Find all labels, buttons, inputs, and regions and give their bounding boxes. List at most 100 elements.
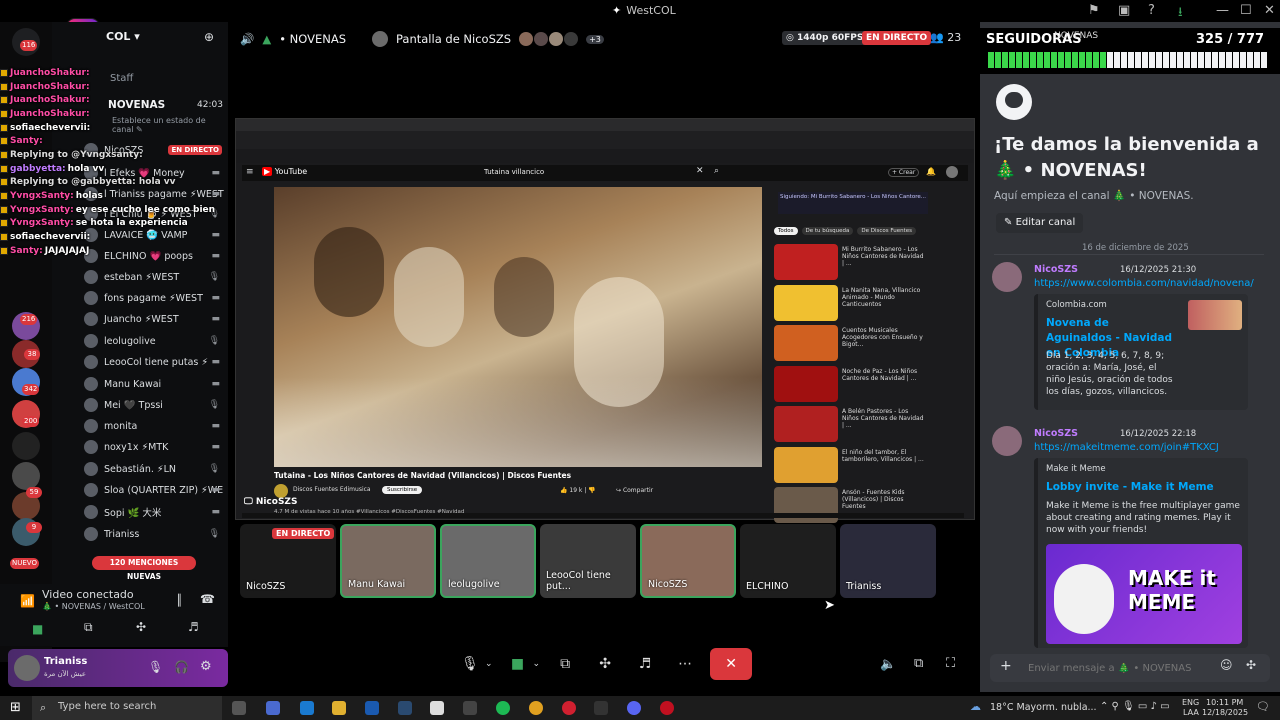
participant-tile[interactable]: Trianiss [840,524,936,598]
popout-icon[interactable]: ⧉ [914,656,923,671]
server-icon[interactable] [12,462,40,490]
extra-participants[interactable]: +3 [586,34,604,44]
soundboard-button[interactable]: ♬ [630,649,660,679]
clock-date[interactable]: 12/18/2025 [1202,708,1248,717]
headphones-icon[interactable]: 🎧 [174,660,189,674]
tray-icons[interactable]: ⌃ ⚲ 🎙 ▭ ♪ ▭ [1100,701,1170,712]
avatar[interactable] [992,262,1022,292]
participant-tile[interactable]: ELCHINO [740,524,836,598]
member-item[interactable]: Juancho ⚡WEST ▬ [84,310,224,328]
message-author[interactable]: NicoSZS [1034,264,1078,275]
clear-search-icon: ✕ [696,166,704,176]
maximize-button[interactable]: ☐ [1240,3,1252,18]
avatar[interactable] [992,426,1022,456]
message-composer: + ☺ ✣ [990,654,1270,682]
notifications-icon[interactable]: 🗨 [1256,700,1270,713]
discord-icon[interactable] [627,701,641,715]
copilot-icon[interactable] [266,701,280,715]
activities-button[interactable]: ✣ [590,649,620,679]
avatar[interactable] [14,655,40,681]
camera-icon[interactable]: ■ [32,622,43,636]
participant-tile[interactable]: NicoSZS EN DIRECTO [240,524,336,598]
soundboard-icon[interactable]: ♬ [188,620,199,634]
screen-share-icon[interactable]: ⧉ [84,620,93,635]
spotify-icon[interactable] [496,701,510,715]
chat-badge-icon [0,164,8,173]
waveform-icon[interactable]: ║ [176,594,183,607]
edge-icon[interactable] [300,701,314,715]
language-code[interactable]: ENG [1182,698,1199,707]
help-icon[interactable]: ? [1148,3,1155,18]
chevron-down-icon[interactable]: ⌄ [533,659,541,669]
message-input[interactable] [1028,658,1204,678]
participant-avatars[interactable] [519,32,579,46]
participant-tile[interactable]: LeooCol tiene put... [540,524,636,598]
voice-status-icon: ▬ [211,442,220,452]
member-item[interactable]: Manu Kawai ▬ [84,375,224,393]
flag-icon[interactable]: ⚑ [1088,3,1100,18]
member-item[interactable]: fons pagame ⚡WEST ▬ [84,289,224,307]
store-icon[interactable] [430,701,444,715]
region-code[interactable]: LAA [1183,708,1199,717]
message-author[interactable]: NicoSZS [1034,428,1078,439]
edit-channel-button[interactable]: ✎ Editar canal [996,213,1084,233]
taskbar-search[interactable]: ⌕ Type here to search [32,696,222,720]
share-screen-button[interactable]: ⧉ [550,649,580,679]
participant-tile[interactable]: Manu Kawai [340,524,436,598]
steam-icon[interactable] [398,701,412,715]
member-item[interactable]: Sopi 🌿 大米 ▬ [84,503,224,521]
message-link[interactable]: https://makeitmeme.com/join#TKXCJ [1034,442,1219,453]
progress-segment [1065,52,1071,68]
weather-icon[interactable]: ☁ [970,700,981,713]
message-link[interactable]: https://www.colombia.com/navidad/novena/ [1034,278,1254,289]
chrome-icon[interactable] [529,701,543,715]
apps-icon[interactable]: ✣ [1246,658,1256,672]
member-item[interactable]: monita ▬ [84,417,224,435]
member-item[interactable]: Mei 🖤 Tpssi 🎙 [84,396,224,414]
participant-tile[interactable]: leolugolive [440,524,536,598]
leave-call-button[interactable]: ✕ [710,648,753,680]
member-item[interactable]: Sloa (QUARTER ZIP) ⚡WE ▬ [84,481,224,499]
microphone-icon[interactable]: 🎙 [148,660,163,674]
app-icon[interactable] [660,701,674,715]
outlook-icon[interactable] [365,701,379,715]
server-icon[interactable] [12,432,40,460]
fullscreen-icon[interactable]: ⛶ [946,656,955,671]
start-button[interactable]: ⊞ [10,700,21,715]
camera-button[interactable]: ■ [503,649,533,679]
member-item[interactable]: leolugolive 🎙 [84,332,224,350]
activities-icon[interactable]: ✣ [136,620,146,634]
file-explorer-icon[interactable] [332,701,346,715]
member-item[interactable]: Sebastián. ⚡LN 🎙 [84,460,224,478]
add-member-icon[interactable]: ⊕ [204,30,214,44]
member-item[interactable]: esteban ⚡WEST 🎙 [84,268,224,286]
embed-image[interactable]: MAKE it MEME [1046,544,1242,644]
emoji-icon[interactable]: ☺ [1220,658,1233,672]
member-item[interactable]: Trianiss 🎙 [84,525,224,543]
server-name[interactable]: COL ▾ [106,30,140,43]
chevron-down-icon[interactable]: ⌄ [485,659,493,669]
settings-gear-icon[interactable]: ⚙ [200,659,212,674]
app-icon[interactable] [594,701,608,715]
opera-icon[interactable] [562,701,576,715]
minimize-button[interactable]: — [1216,3,1229,18]
task-view-icon[interactable] [232,701,246,715]
more-options-button[interactable]: ⋯ [670,649,700,679]
voice-channel[interactable]: 🎄 • NOVENAS / WestCOL [42,602,145,611]
member-item[interactable]: noxy1x ⚡MTK ▬ [84,438,224,456]
disconnect-icon[interactable]: ☎ [200,592,215,606]
new-mentions-button[interactable]: 120 MENCIONES NUEVAS [92,556,196,581]
participant-tile[interactable]: NicoSZS [640,524,736,598]
embed-title[interactable]: Lobby invite - Make it Meme [1046,480,1236,495]
weather-text[interactable]: 18°C Mayorm. nubla... [990,702,1097,713]
close-button[interactable]: ✕ [1264,3,1275,18]
volume-icon[interactable]: 🔈 [880,657,896,672]
member-item[interactable]: LeooCol tiene putas ⚡ ▬ [84,353,224,371]
microphone-button[interactable]: 🎙 [455,649,485,679]
add-attachment-icon[interactable]: + [1000,658,1012,674]
app-icon[interactable] [463,701,477,715]
yt-search-query: Tutaina villancico [484,168,545,176]
embed-site: Make it Meme [1046,464,1106,474]
clock-time[interactable]: 10:11 PM [1206,698,1243,707]
inbox-icon[interactable]: ▣ [1118,3,1130,18]
